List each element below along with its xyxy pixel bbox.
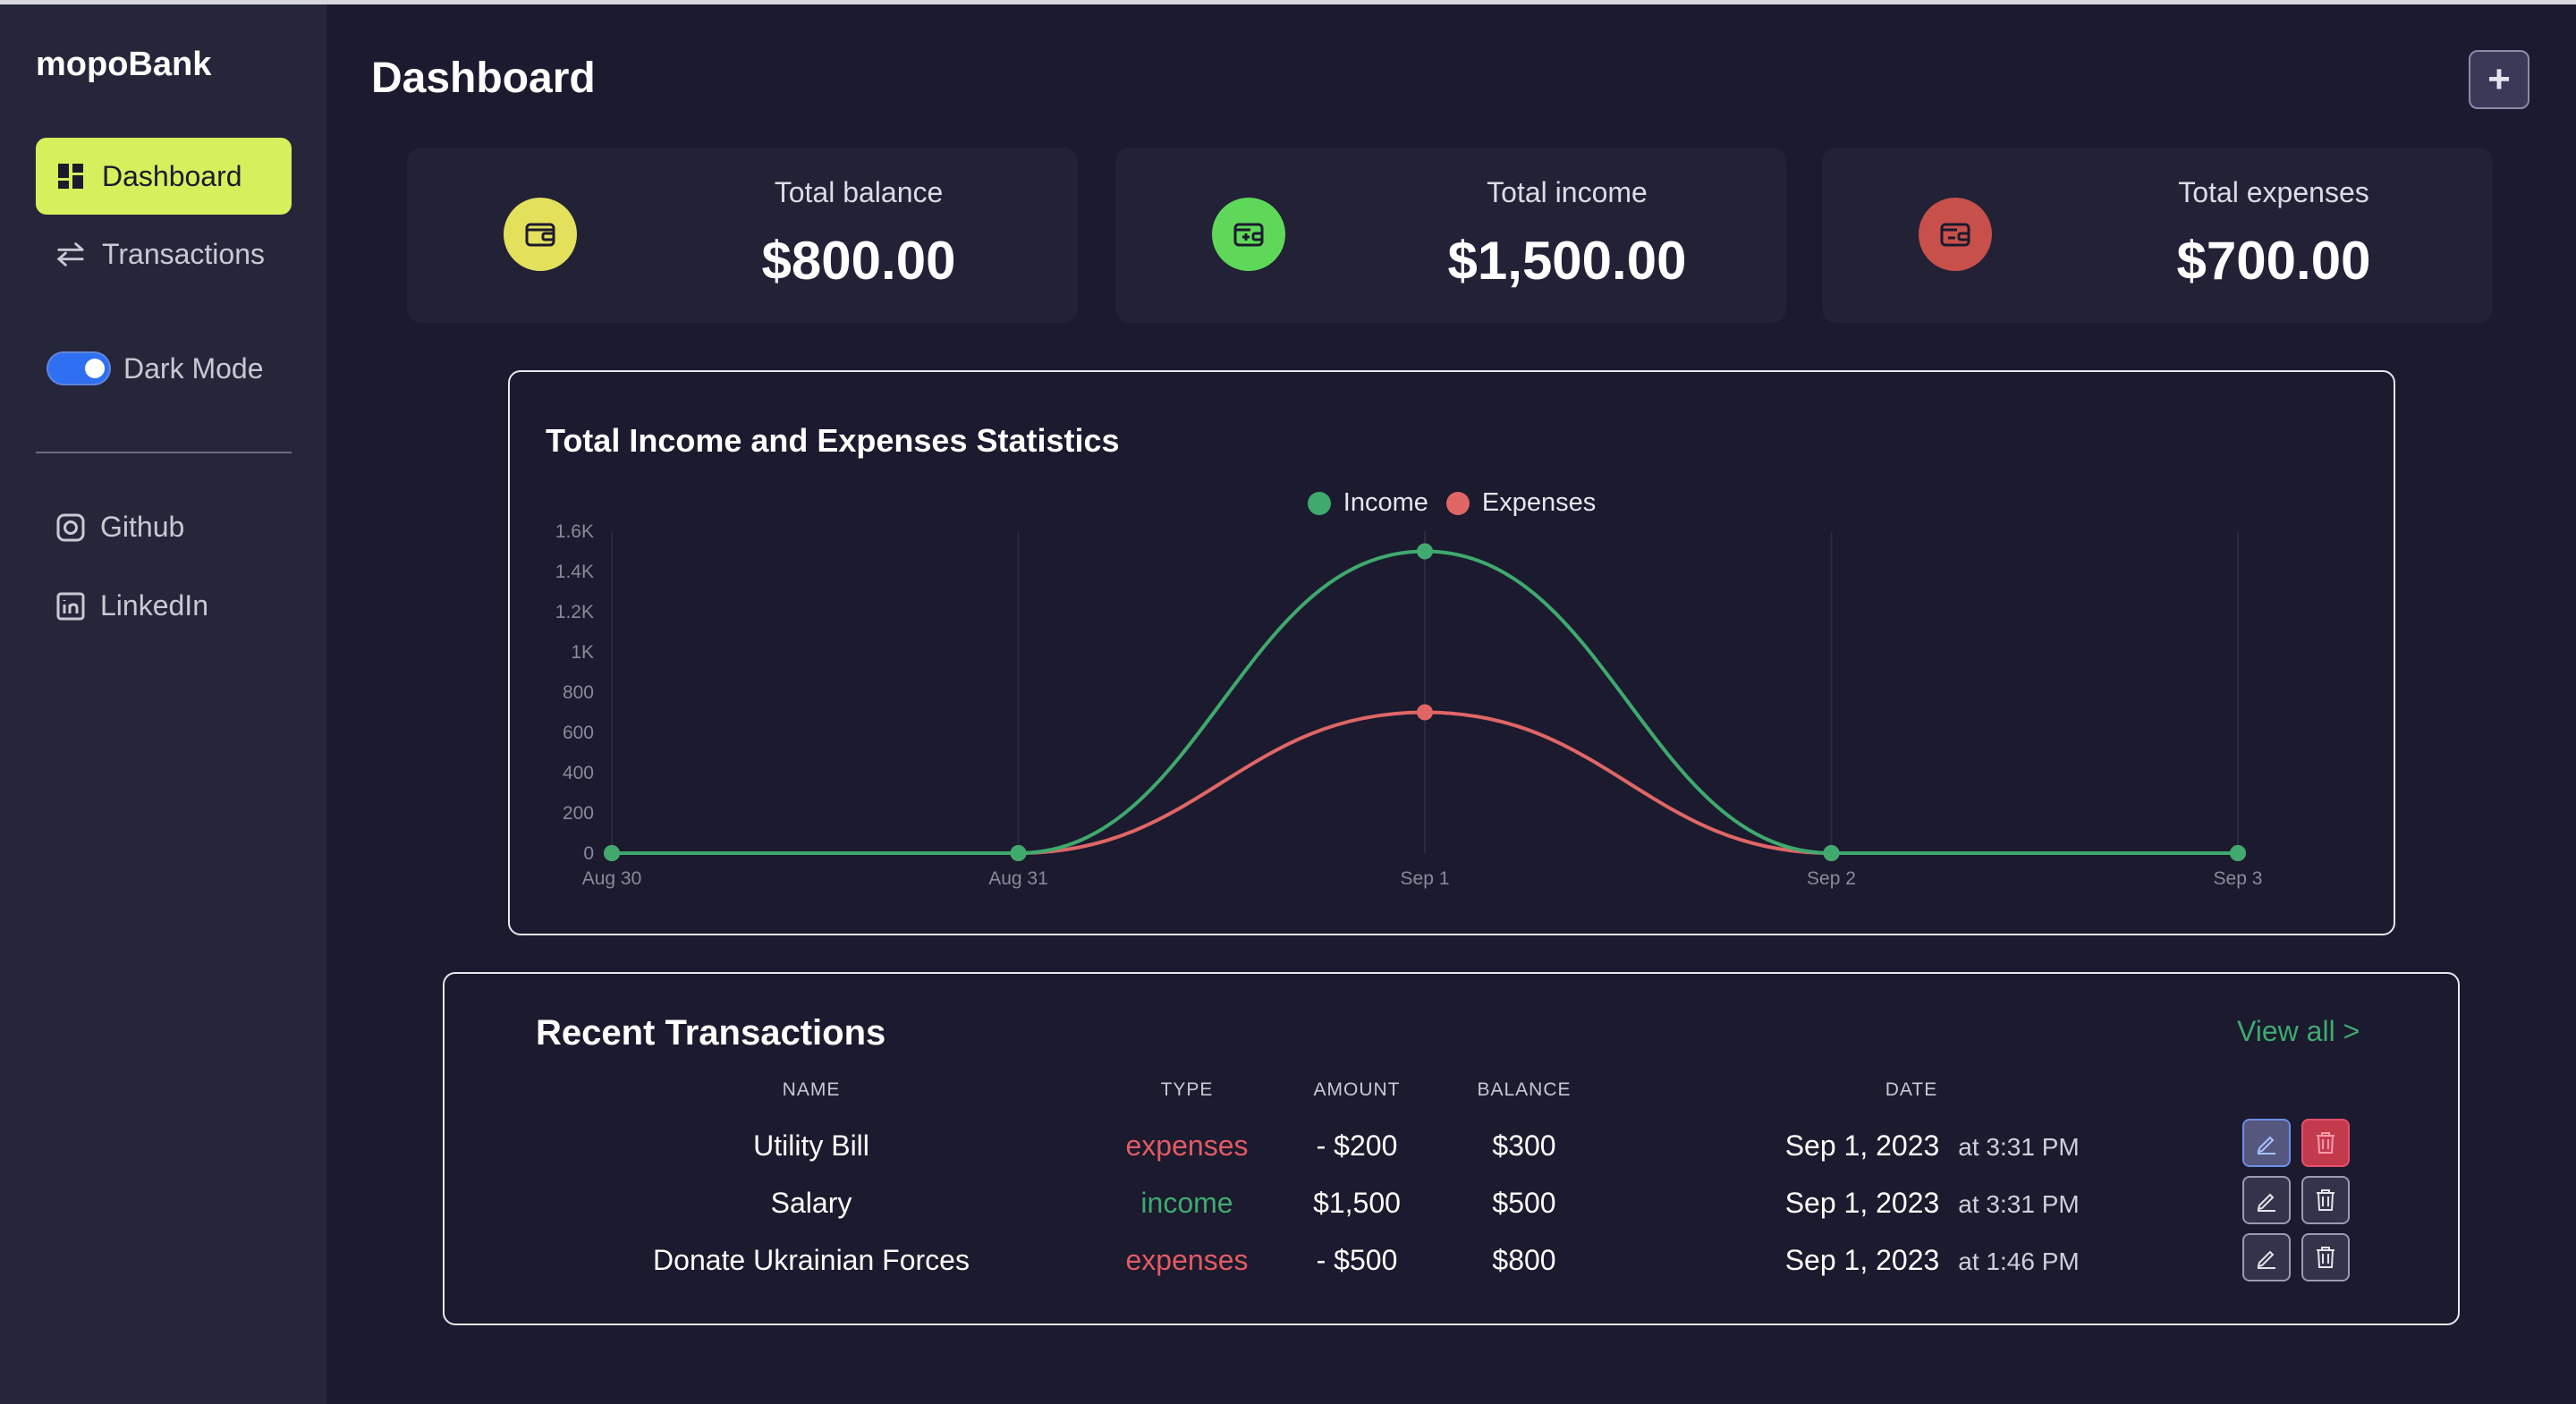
cell-amount: - $500: [1316, 1244, 1398, 1276]
stat-value: $800.00: [761, 231, 956, 291]
cell-name: Utility Bill: [753, 1129, 869, 1162]
y-tick-label: 200: [563, 803, 594, 824]
column-header-type: TYPE: [1160, 1079, 1214, 1100]
stat-card-income: Total income $1,500.00: [1115, 148, 1786, 323]
window-top-border: [0, 0, 2576, 4]
stat-card-expenses: Total expenses $700.00: [1822, 148, 2493, 323]
data-point-income: [1823, 845, 1840, 861]
delete-button[interactable]: [2301, 1176, 2350, 1224]
line-chart: 0 200 400 600 800 1K 1.2K 1.4K 1.6K Aug 30 Aug 31 S…: [555, 521, 2263, 889]
y-tick-label: 800: [563, 682, 594, 703]
sidebar-divider: [36, 452, 292, 453]
table-row: Salary income $1,500 $500 Sep 1, 2023 at…: [445, 1176, 2458, 1230]
linkedin-icon: [55, 591, 86, 622]
view-all-link[interactable]: View all >: [2237, 1015, 2360, 1048]
stat-card-balance: Total balance $800.00: [407, 148, 1078, 323]
dark-mode-toggle-row[interactable]: Dark Mode: [47, 351, 264, 385]
dark-mode-label: Dark Mode: [123, 351, 264, 385]
column-header-date: DATE: [1885, 1079, 1938, 1100]
edit-button[interactable]: [2242, 1233, 2291, 1281]
data-point-income: [604, 845, 620, 861]
y-tick-label: 0: [583, 843, 594, 864]
cell-type: income: [1140, 1187, 1233, 1219]
wallet-minus-icon: [1919, 198, 1992, 271]
sidebar-item-label: Transactions: [102, 237, 265, 270]
plus-icon: +: [2487, 57, 2511, 101]
cell-amount: $1,500: [1313, 1187, 1401, 1219]
column-header-balance: BALANCE: [1477, 1079, 1572, 1100]
toggle-knob: [85, 359, 105, 378]
cell-time: at 3:31 PM: [1958, 1133, 2080, 1161]
x-tick-label: Sep 1: [1401, 868, 1450, 889]
cell-time: at 1:46 PM: [1958, 1248, 2080, 1275]
wallet-icon: [504, 198, 577, 271]
cell-balance: $300: [1492, 1129, 1556, 1162]
stat-label: Total expenses: [2178, 176, 2369, 208]
sidebar-item-transactions[interactable]: Transactions: [36, 216, 292, 292]
x-tick-label: Sep 2: [1807, 868, 1856, 889]
data-point-income: [2230, 845, 2246, 861]
chart-panel: Total Income and Expenses Statistics Inc…: [508, 370, 2395, 935]
pencil-icon: [2257, 1136, 2275, 1154]
github-icon: [55, 512, 86, 543]
add-transaction-button[interactable]: +: [2469, 50, 2529, 109]
stat-label: Total balance: [774, 176, 944, 208]
x-tick-label: Aug 30: [582, 868, 642, 889]
column-header-name: NAME: [782, 1079, 841, 1100]
edit-button[interactable]: [2242, 1176, 2291, 1224]
stat-label: Total income: [1487, 176, 1648, 208]
sidebar-item-label: Dashboard: [102, 159, 242, 192]
transactions-title: Recent Transactions: [536, 1013, 886, 1053]
linkedin-label: LinkedIn: [100, 589, 208, 622]
stat-value: $1,500.00: [1447, 231, 1687, 291]
sidebar-link-linkedin[interactable]: LinkedIn: [55, 589, 208, 622]
cell-time: at 3:31 PM: [1958, 1190, 2080, 1218]
y-tick-label: 600: [563, 723, 594, 743]
cell-balance: $800: [1492, 1244, 1556, 1276]
dark-mode-toggle[interactable]: [47, 351, 111, 385]
cell-amount: - $200: [1316, 1129, 1398, 1162]
trash-icon: [2317, 1189, 2334, 1211]
cell-name: Salary: [770, 1187, 852, 1219]
cell-type: expenses: [1125, 1129, 1249, 1162]
column-header-amount: AMOUNT: [1313, 1079, 1401, 1100]
dashboard-grid-icon: [55, 161, 86, 191]
recent-transactions-panel: Recent Transactions View all > NAME TYPE…: [443, 972, 2460, 1325]
x-tick-label: Aug 31: [988, 868, 1048, 889]
y-tick-label: 1K: [571, 642, 594, 663]
pencil-icon: [2257, 1250, 2275, 1269]
y-tick-label: 400: [563, 763, 594, 783]
delete-button[interactable]: [2301, 1233, 2350, 1281]
trash-icon: [2317, 1247, 2334, 1268]
y-tick-label: 1.2K: [555, 602, 594, 622]
cell-name: Donate Ukrainian Forces: [653, 1244, 970, 1276]
sidebar-item-dashboard[interactable]: Dashboard: [36, 138, 292, 215]
stat-value: $700.00: [2176, 231, 2371, 291]
wallet-plus-icon: [1212, 198, 1285, 271]
data-point-expenses: [1417, 704, 1433, 721]
arrows-swap-icon: [55, 239, 86, 269]
cell-balance: $500: [1492, 1187, 1556, 1219]
x-tick-label: Sep 3: [2214, 868, 2263, 889]
trash-icon: [2317, 1132, 2334, 1154]
data-point-income: [1010, 845, 1027, 861]
cell-type: expenses: [1125, 1244, 1249, 1276]
sidebar-link-github[interactable]: Github: [55, 511, 184, 544]
y-tick-label: 1.6K: [555, 521, 594, 542]
data-point-income: [1417, 543, 1433, 560]
delete-button[interactable]: [2301, 1119, 2350, 1167]
edit-button[interactable]: [2242, 1119, 2291, 1167]
github-label: Github: [100, 511, 185, 543]
page-title: Dashboard: [371, 55, 596, 102]
table-row: Donate Ukrainian Forces expenses - $500 …: [445, 1233, 2458, 1287]
pencil-icon: [2257, 1193, 2275, 1212]
sidebar: mopoBank Dashboard Transactions Dark Mod…: [0, 4, 326, 1404]
y-tick-label: 1.4K: [555, 562, 594, 582]
table-row: Utility Bill expenses - $200 $300 Sep 1,…: [445, 1119, 2458, 1172]
app-logo: mopoBank: [36, 46, 212, 83]
